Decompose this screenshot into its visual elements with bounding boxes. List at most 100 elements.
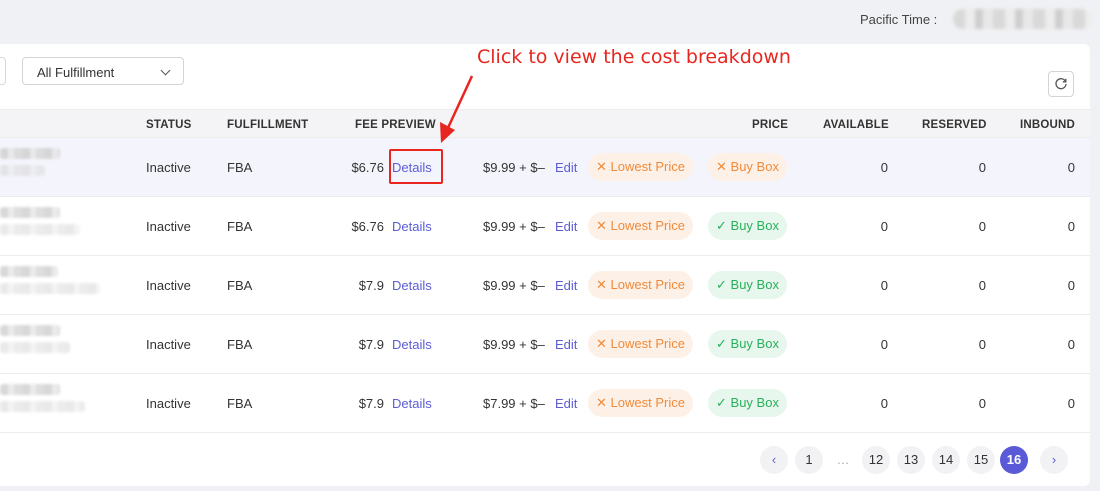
lowest-price-label: Lowest Price (610, 336, 685, 351)
available-value: 0 (880, 396, 888, 411)
lowest-price-badge: ✕ Lowest Price (588, 330, 693, 358)
product-subtitle-redacted (0, 283, 100, 294)
product-subtitle-redacted (0, 342, 70, 353)
details-link[interactable]: Details (392, 278, 432, 293)
x-icon: ✕ (596, 336, 607, 351)
refresh-button[interactable] (1048, 71, 1074, 97)
x-icon: ✕ (716, 159, 727, 174)
col-inbound[interactable]: INBOUND (1020, 119, 1075, 131)
product-subtitle-redacted (0, 401, 85, 412)
annotation-text: Click to view the cost breakdown (477, 46, 791, 68)
status-text: Inactive (146, 160, 191, 175)
product-title-redacted (0, 148, 60, 159)
table-header: STATUS FULFILLMENT FEE PREVIEW PRICE AVA… (0, 109, 1090, 138)
edit-price-link[interactable]: Edit (555, 278, 577, 293)
price-value: $9.99 + $– (483, 337, 545, 352)
buy-box-label: Buy Box (730, 277, 779, 292)
x-icon: ✕ (596, 395, 607, 410)
fulfillment-select[interactable]: All Fulfillment (22, 57, 184, 85)
product-subtitle-redacted (0, 165, 45, 176)
col-available[interactable]: AVAILABLE (823, 119, 889, 131)
details-link[interactable]: Details (392, 160, 432, 175)
status-text: Inactive (146, 278, 191, 293)
lowest-price-badge: ✕ Lowest Price (588, 212, 693, 240)
fee-value: $6.76 (351, 219, 384, 234)
price-value: $9.99 + $– (483, 160, 545, 175)
filter-input-partial[interactable] (0, 57, 6, 85)
details-link[interactable]: Details (392, 337, 432, 352)
refresh-icon (1055, 78, 1067, 90)
fulfillment-text: FBA (227, 219, 253, 234)
col-fee-preview[interactable]: FEE PREVIEW (355, 119, 436, 131)
lowest-price-badge: ✕ Lowest Price (588, 389, 693, 417)
edit-price-link[interactable]: Edit (555, 337, 577, 352)
page-button[interactable]: 12 (862, 446, 890, 474)
listings-card: All Fulfillment STATUS FULFILLMENT FEE P… (0, 44, 1090, 486)
available-value: 0 (880, 337, 888, 352)
prev-page-button[interactable]: ‹ (760, 446, 788, 474)
col-price[interactable]: PRICE (752, 119, 788, 131)
x-icon: ✕ (596, 159, 607, 174)
edit-price-link[interactable]: Edit (555, 219, 577, 234)
inbound-value: 0 (1067, 160, 1075, 175)
product-title-redacted (0, 207, 60, 218)
chevron-down-icon (160, 65, 171, 76)
fulfillment-text: FBA (227, 160, 253, 175)
lowest-price-badge: ✕ Lowest Price (588, 271, 693, 299)
page-button-current[interactable]: 16 (1000, 446, 1028, 474)
buy-box-label: Buy Box (730, 159, 779, 174)
pacific-time-value-redacted (953, 9, 1091, 29)
product-title-redacted (0, 266, 58, 277)
col-status[interactable]: STATUS (146, 119, 192, 131)
fee-value: $6.76 (351, 160, 384, 175)
page-button[interactable]: 13 (897, 446, 925, 474)
buy-box-label: Buy Box (730, 336, 779, 351)
fee-value: $7.9 (358, 278, 384, 293)
table-row: Inactive FBA $6.76 Details $9.99 + $– Ed… (0, 138, 1090, 197)
details-link[interactable]: Details (392, 219, 432, 234)
available-value: 0 (880, 278, 888, 293)
reserved-value: 0 (978, 160, 986, 175)
product-subtitle-redacted (0, 224, 80, 235)
status-text: Inactive (146, 337, 191, 352)
inbound-value: 0 (1067, 396, 1075, 411)
page-button[interactable]: 14 (932, 446, 960, 474)
next-page-button[interactable]: › (1040, 446, 1068, 474)
check-icon: ✓ (716, 218, 727, 233)
lowest-price-label: Lowest Price (610, 218, 685, 233)
lowest-price-label: Lowest Price (610, 395, 685, 410)
inbound-value: 0 (1067, 278, 1075, 293)
fulfillment-text: FBA (227, 396, 253, 411)
lowest-price-badge: ✕ Lowest Price (588, 153, 693, 181)
buy-box-badge: ✓ Buy Box (708, 330, 787, 358)
edit-price-link[interactable]: Edit (555, 160, 577, 175)
page-button[interactable]: 1 (795, 446, 823, 474)
table-row: Inactive FBA $6.76 Details $9.99 + $– Ed… (0, 197, 1090, 256)
edit-price-link[interactable]: Edit (555, 396, 577, 411)
table-row: Inactive FBA $7.9 Details $9.99 + $– Edi… (0, 256, 1090, 315)
product-title-redacted (0, 384, 60, 395)
fee-value: $7.9 (358, 337, 384, 352)
check-icon: ✓ (716, 277, 727, 292)
buy-box-label: Buy Box (730, 218, 779, 233)
col-reserved[interactable]: RESERVED (922, 119, 987, 131)
price-value: $9.99 + $– (483, 278, 545, 293)
lowest-price-label: Lowest Price (610, 159, 685, 174)
available-value: 0 (880, 160, 888, 175)
reserved-value: 0 (978, 278, 986, 293)
x-icon: ✕ (596, 277, 607, 292)
x-icon: ✕ (596, 218, 607, 233)
check-icon: ✓ (716, 395, 727, 410)
table-row: Inactive FBA $7.9 Details $9.99 + $– Edi… (0, 315, 1090, 374)
buy-box-badge: ✓ Buy Box (708, 212, 787, 240)
fulfillment-text: FBA (227, 337, 253, 352)
price-value: $7.99 + $– (483, 396, 545, 411)
fulfillment-text: FBA (227, 278, 253, 293)
page-button[interactable]: 15 (967, 446, 995, 474)
status-text: Inactive (146, 219, 191, 234)
col-fulfillment[interactable]: FULFILLMENT (227, 119, 308, 131)
reserved-value: 0 (978, 337, 986, 352)
buy-box-badge: ✓ Buy Box (708, 389, 787, 417)
buy-box-badge: ✕ Buy Box (708, 153, 787, 181)
details-link[interactable]: Details (392, 396, 432, 411)
